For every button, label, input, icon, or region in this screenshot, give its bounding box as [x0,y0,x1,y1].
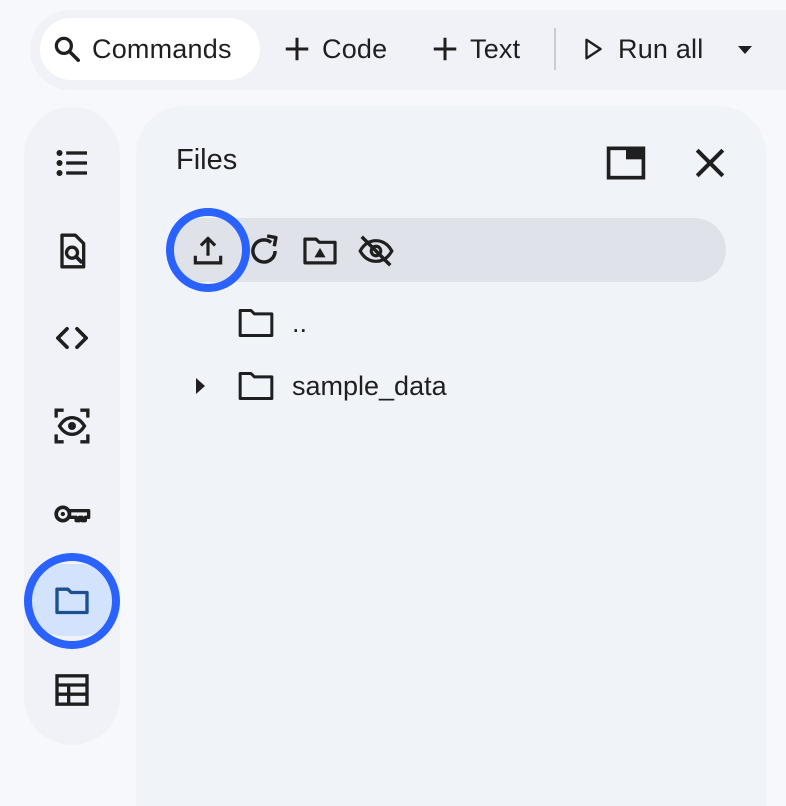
top-toolbar: Commands Code Text Run all [30,10,786,90]
toolbar-divider [554,28,556,70]
toggle-hidden-files-button[interactable] [356,232,396,270]
rail-files[interactable] [48,576,96,624]
visibility-off-icon [358,235,394,267]
files-panel: Files .. sample_data [136,106,766,806]
tree-label: .. [292,307,308,338]
folder-icon [238,372,274,400]
run-all-dropdown-icon[interactable] [733,38,757,62]
run-all-label: Run all [618,33,704,64]
rail-code-snippets[interactable] [48,314,96,362]
file-actions-bar [166,218,726,282]
refresh-icon [251,234,278,264]
run-all-button[interactable]: Run all [580,32,703,66]
upload-button[interactable] [188,232,228,270]
variables-icon [54,408,90,444]
drive-folder-icon [303,237,337,265]
find-replace-icon [60,233,86,269]
side-rail [24,107,120,745]
table-of-contents-icon [56,150,87,176]
tree-row-parent[interactable]: .. [234,301,307,345]
folder-icon [238,309,274,337]
data-table-icon [55,674,89,706]
folder-icon [55,587,89,615]
commands-button-content[interactable]: Commands [52,32,232,66]
search-icon [54,36,80,62]
rail-find[interactable] [48,227,96,275]
rail-data-table[interactable] [48,666,96,714]
rail-table-of-contents[interactable] [48,139,96,187]
open-in-tab-icon[interactable] [604,141,648,185]
play-icon [585,38,602,60]
expand-arrow-icon[interactable] [188,374,212,398]
mount-drive-button[interactable] [300,232,340,270]
upload-icon [193,236,223,265]
add-text-button[interactable]: Text [430,32,520,66]
tree-label: sample_data [292,370,447,401]
plus-icon [433,37,457,61]
code-snippets-icon [56,327,88,349]
panel-title: Files [176,144,238,176]
refresh-button[interactable] [244,232,284,270]
rail-variables[interactable] [48,402,96,450]
text-label: Text [470,33,521,64]
tree-row-sample-data[interactable]: sample_data [188,364,447,408]
add-code-button[interactable]: Code [282,32,387,66]
commands-label: Commands [92,33,232,64]
code-label: Code [322,33,388,64]
close-icon[interactable] [688,141,732,185]
plus-icon [285,37,309,61]
secrets-key-icon [54,505,91,523]
rail-secrets[interactable] [48,490,96,538]
